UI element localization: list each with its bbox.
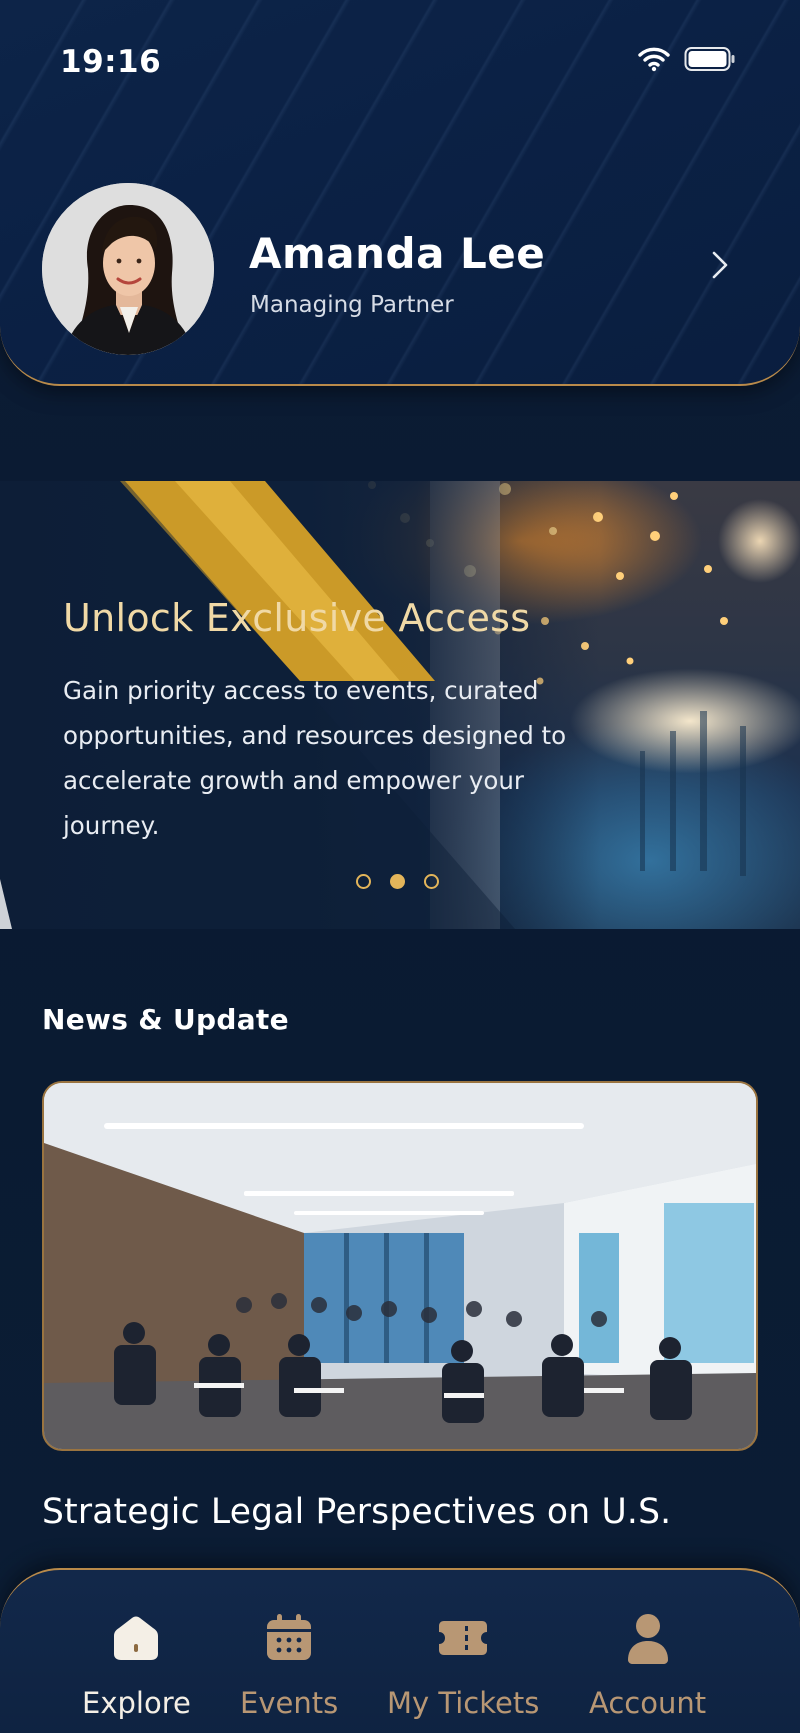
wifi-icon xyxy=(638,47,670,72)
status-icons xyxy=(638,46,736,72)
banner-title: Unlock Exclusive Access xyxy=(63,596,531,640)
bottom-navigation: Explore Events My Tickets Account xyxy=(0,1568,800,1733)
carousel-dot-1[interactable] xyxy=(356,874,371,889)
explore-screen: 19:16 Amanda Lee Managing Partner Unlock… xyxy=(0,0,800,1733)
nav-label-account: Account xyxy=(589,1686,707,1720)
carousel-dot-2[interactable] xyxy=(390,874,405,889)
ticket-icon xyxy=(439,1621,488,1655)
nav-label-my-tickets: My Tickets xyxy=(387,1686,540,1720)
avatar[interactable] xyxy=(42,183,214,355)
news-photo xyxy=(44,1083,756,1449)
avatar-portrait xyxy=(42,183,214,355)
nav-label-events: Events xyxy=(240,1686,339,1720)
nav-my-tickets[interactable]: My Tickets xyxy=(387,1610,539,1720)
carousel-dot-3[interactable] xyxy=(424,874,439,889)
promo-banner[interactable]: Unlock Exclusive Access Gain priority ac… xyxy=(0,481,800,929)
nav-account[interactable]: Account xyxy=(589,1610,706,1720)
user-icon xyxy=(627,1614,668,1664)
carousel-dots xyxy=(356,874,439,889)
news-headline[interactable]: Strategic Legal Perspectives on U.S. xyxy=(42,1492,671,1532)
chevron-right-icon[interactable] xyxy=(704,250,734,280)
profile-header-card[interactable]: 19:16 Amanda Lee Managing Partner xyxy=(0,0,800,386)
status-time: 19:16 xyxy=(60,44,162,80)
news-card-image[interactable] xyxy=(42,1081,758,1451)
banner-description: Gain priority access to events, curated … xyxy=(63,676,567,840)
news-section-title: News & Update xyxy=(42,1003,289,1036)
home-icon xyxy=(114,1616,159,1660)
nav-events[interactable]: Events xyxy=(240,1610,338,1720)
nav-label-explore: Explore xyxy=(82,1686,191,1720)
calendar-icon xyxy=(267,1614,312,1660)
profile-name: Amanda Lee xyxy=(249,229,546,278)
nav-explore[interactable]: Explore xyxy=(82,1610,191,1720)
profile-role: Managing Partner xyxy=(250,292,454,318)
battery-icon xyxy=(684,47,735,71)
